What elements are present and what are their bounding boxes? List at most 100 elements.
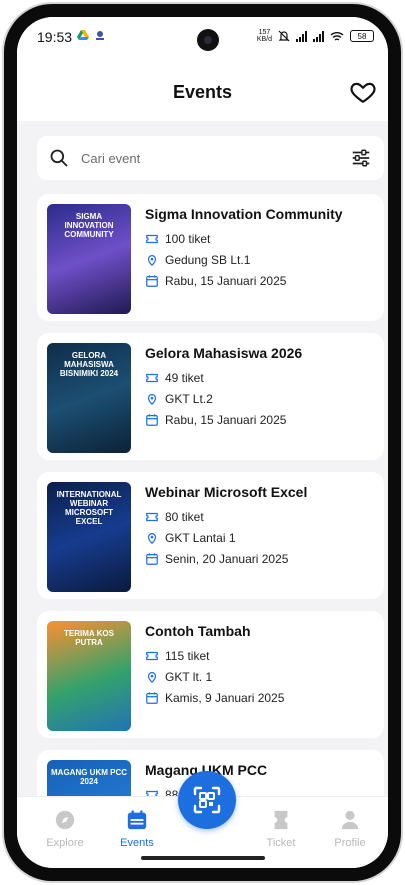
battery-level: 58 xyxy=(357,31,367,41)
calendar-icon xyxy=(146,274,158,287)
event-info: Sigma Innovation Community 100 tiket Ged… xyxy=(145,194,384,321)
event-card[interactable]: SIGMA INNOVATION COMMUNITY Sigma Innovat… xyxy=(37,194,384,321)
search-icon xyxy=(50,149,68,167)
ticket-icon xyxy=(146,373,158,382)
page-title: Events xyxy=(172,82,233,102)
ticket-count: 80 tiket xyxy=(165,509,204,524)
poster-text: SIGMA INNOVATION COMMUNITY xyxy=(64,212,114,239)
person-icon xyxy=(341,810,359,830)
mute-icon xyxy=(278,30,290,42)
search-input[interactable]: Cari event xyxy=(81,151,350,166)
poster-text: GELORA MAHASISWA BISNIMIKI 2024 xyxy=(59,351,119,378)
event-location: Gedung SB Lt.1 xyxy=(145,249,384,270)
nav-explore[interactable]: Explore xyxy=(30,809,100,849)
event-date: Senin, 20 Januari 2025 xyxy=(145,548,384,569)
compass-icon xyxy=(55,810,75,830)
network-speed-unit: KB/d xyxy=(256,36,272,43)
status-time: 19:53 xyxy=(37,29,73,45)
event-card[interactable]: TERIMA KOS PUTRA Contoh Tambah 115 tiket… xyxy=(37,611,384,738)
event-card[interactable]: GELORA MAHASISWA BISNIMIKI 2024 Gelora M… xyxy=(37,333,384,460)
event-name: Contoh Tambah xyxy=(145,623,251,639)
event-poster: GELORA MAHASISWA BISNIMIKI 2024 xyxy=(47,343,131,453)
event-name: Webinar Microsoft Excel xyxy=(145,484,308,500)
poster-text: MAGANG UKM PCC 2024 xyxy=(51,768,127,786)
notification-icons xyxy=(77,30,105,41)
nav-ticket-label: Ticket xyxy=(266,837,296,849)
location-text: Gedung SB Lt.1 xyxy=(165,252,251,267)
event-poster: INTERNATIONAL WEBINAR MICROSOFT EXCEL xyxy=(47,482,131,592)
event-name: Sigma Innovation Community xyxy=(145,206,343,222)
status-bar: 19:53 157 KB/d 58 xyxy=(17,17,388,61)
calendar-icon xyxy=(146,413,158,426)
signal-icon-2 xyxy=(313,30,324,42)
ticket-icon xyxy=(146,234,158,243)
app-notification-icon xyxy=(96,31,104,40)
app-header: Events xyxy=(17,61,388,121)
event-location: GKT Lantai 1 xyxy=(145,527,384,548)
location-icon xyxy=(147,254,157,266)
drive-icon xyxy=(77,30,89,40)
phone-frame: 19:53 157 KB/d 58 Events Cari event SIGM… xyxy=(4,4,401,881)
search-bar[interactable]: Cari event xyxy=(37,136,384,180)
network-speed: 157 KB/d xyxy=(257,29,272,43)
calendar-icon xyxy=(146,552,158,565)
location-text: GKT lt. 1 xyxy=(165,669,213,684)
home-indicator xyxy=(141,856,265,860)
date-text: Kamis, 9 Januari 2025 xyxy=(165,690,285,705)
event-name: Gelora Mahasiswa 2026 xyxy=(145,345,303,361)
event-tickets: 80 tiket xyxy=(145,506,384,527)
wifi-icon xyxy=(330,31,344,41)
nav-profile[interactable]: Profile xyxy=(315,809,385,849)
event-card[interactable]: INTERNATIONAL WEBINAR MICROSOFT EXCEL We… xyxy=(37,472,384,599)
event-location: GKT lt. 1 xyxy=(145,666,384,687)
event-tickets: 100 tiket xyxy=(145,228,384,249)
status-right: 157 KB/d 58 xyxy=(257,29,374,43)
event-list: SIGMA INNOVATION COMMUNITY Sigma Innovat… xyxy=(37,194,384,868)
ticket-count: 115 tiket xyxy=(165,648,210,663)
poster-text: INTERNATIONAL WEBINAR MICROSOFT EXCEL xyxy=(56,490,122,526)
nav-events[interactable]: Events xyxy=(102,809,172,849)
event-info: Contoh Tambah 115 tiket GKT lt. 1 Kamis,… xyxy=(145,611,384,738)
ticket-count: 49 tiket xyxy=(165,370,204,385)
ticket-icon xyxy=(146,651,158,660)
nav-ticket[interactable]: Ticket xyxy=(246,809,316,849)
location-icon xyxy=(147,671,157,683)
location-text: GKT Lt.2 xyxy=(165,391,213,406)
location-text: GKT Lantai 1 xyxy=(165,530,236,545)
event-poster: TERIMA KOS PUTRA xyxy=(47,621,131,731)
bottom-nav: Explore Events Ticket Profile xyxy=(17,771,388,868)
event-date: Kamis, 9 Januari 2025 xyxy=(145,687,384,708)
nav-profile-label: Profile xyxy=(334,837,366,849)
poster-text: TERIMA KOS PUTRA xyxy=(64,629,114,647)
screen: 19:53 157 KB/d 58 Events Cari event SIGM… xyxy=(17,17,388,868)
location-icon xyxy=(147,393,157,405)
filter-icon[interactable] xyxy=(350,147,372,169)
signal-icon xyxy=(296,30,307,42)
favorites-heart-icon[interactable] xyxy=(350,79,376,105)
event-poster: SIGMA INNOVATION COMMUNITY xyxy=(47,204,131,314)
calendar-icon xyxy=(146,691,158,704)
nav-explore-label: Explore xyxy=(46,837,84,849)
scan-qr-button[interactable] xyxy=(178,771,236,829)
location-icon xyxy=(147,532,157,544)
event-location: GKT Lt.2 xyxy=(145,388,384,409)
ticket-icon xyxy=(146,512,158,521)
event-info: Gelora Mahasiswa 2026 49 tiket GKT Lt.2 … xyxy=(145,333,384,460)
event-tickets: 49 tiket xyxy=(145,367,384,388)
battery-icon: 58 xyxy=(350,30,374,42)
front-camera xyxy=(197,29,219,51)
event-date: Rabu, 15 Januari 2025 xyxy=(145,409,384,430)
network-speed-value: 157 xyxy=(258,29,271,36)
date-text: Rabu, 15 Januari 2025 xyxy=(165,273,287,288)
event-info: Webinar Microsoft Excel 80 tiket GKT Lan… xyxy=(145,472,384,599)
qr-scan-icon xyxy=(193,786,221,814)
event-name: Magang UKM PCC xyxy=(145,762,268,778)
calendar-icon xyxy=(127,810,147,830)
nav-events-label: Events xyxy=(120,837,154,849)
date-text: Senin, 20 Januari 2025 xyxy=(165,551,289,566)
event-date: Rabu, 15 Januari 2025 xyxy=(145,270,384,291)
event-tickets: 115 tiket xyxy=(145,645,384,666)
ticket-count: 100 tiket xyxy=(165,231,211,246)
ticket-icon xyxy=(274,810,288,830)
date-text: Rabu, 15 Januari 2025 xyxy=(165,412,287,427)
